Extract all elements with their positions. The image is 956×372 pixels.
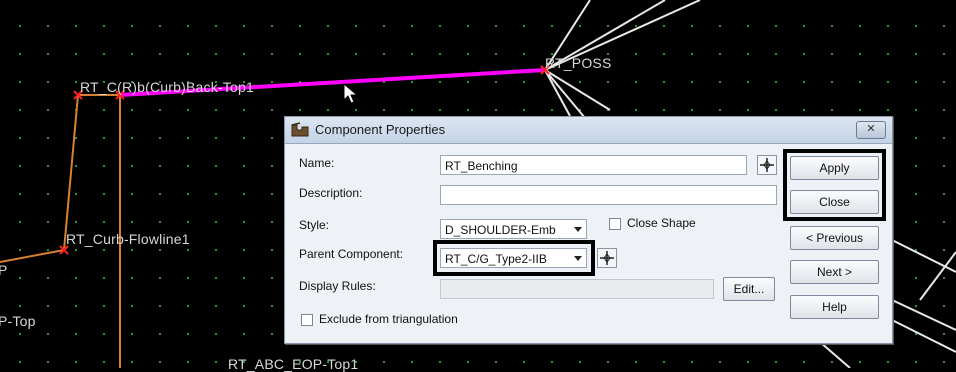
style-label: Style: (299, 218, 330, 232)
point-label-left-edge: P (0, 262, 8, 278)
parent-component-value: RT_C/G_Type2-IIB (445, 252, 547, 266)
previous-button[interactable]: < Previous (790, 226, 879, 250)
close-shape-checkbox[interactable] (609, 218, 621, 230)
crosshair-pick-icon (600, 251, 614, 265)
exclude-triangulation-checkbox[interactable] (301, 314, 313, 326)
point-label-left-top: P-Top (0, 313, 36, 329)
name-label: Name: (299, 156, 335, 170)
parent-pick-button[interactable] (597, 248, 617, 268)
parent-component-label: Parent Component: (299, 247, 404, 261)
style-dropdown[interactable]: D_SHOULDER-Emb (440, 219, 587, 239)
display-rules-label: Display Rules: (299, 279, 376, 293)
description-field[interactable] (440, 185, 777, 205)
help-button[interactable]: Help (790, 295, 879, 319)
name-pick-button[interactable] (757, 155, 777, 175)
point-label-rt-poss: RT_POSS (545, 55, 612, 71)
chevron-down-icon (574, 227, 582, 232)
ray-line (544, 69, 586, 119)
crosshair-pick-icon (760, 158, 774, 172)
ray-line (819, 341, 851, 368)
component-properties-app-icon (291, 122, 309, 137)
close-shape-label: Close Shape (627, 216, 696, 230)
point-label-rt-curb-back-top: RT_C(R)b(Curb)Back-Top1 (80, 79, 254, 95)
dialog-title: Component Properties (315, 122, 446, 137)
name-field[interactable]: RT_Benching (440, 155, 747, 175)
point-label-rt-abc-eop: RT_ABC_EOP-Top1 (228, 356, 359, 372)
ray-line (919, 251, 956, 301)
dialog-close-icon[interactable]: ✕ (856, 121, 886, 139)
chevron-down-icon (574, 256, 582, 261)
dialog-titlebar[interactable]: Component Properties ✕ (285, 117, 892, 144)
description-label: Description: (299, 186, 363, 200)
exclude-triangulation-label: Exclude from triangulation (319, 312, 458, 326)
next-button[interactable]: Next > (790, 260, 879, 284)
apply-button[interactable]: Apply (790, 156, 879, 180)
style-value: D_SHOULDER-Emb (445, 223, 556, 237)
close-button[interactable]: Close (790, 190, 879, 214)
point-label-rt-curb-flowline: RT_Curb-Flowline1 (66, 231, 190, 247)
ray-line (891, 239, 956, 273)
component-properties-dialog: Component Properties ✕ Name: RT_Benching… (284, 116, 893, 344)
edit-display-rules-button[interactable]: Edit... (723, 277, 775, 301)
display-rules-field (440, 279, 714, 299)
parent-component-dropdown[interactable]: RT_C/G_Type2-IIB (440, 248, 587, 268)
mouse-pointer-icon (343, 83, 359, 104)
